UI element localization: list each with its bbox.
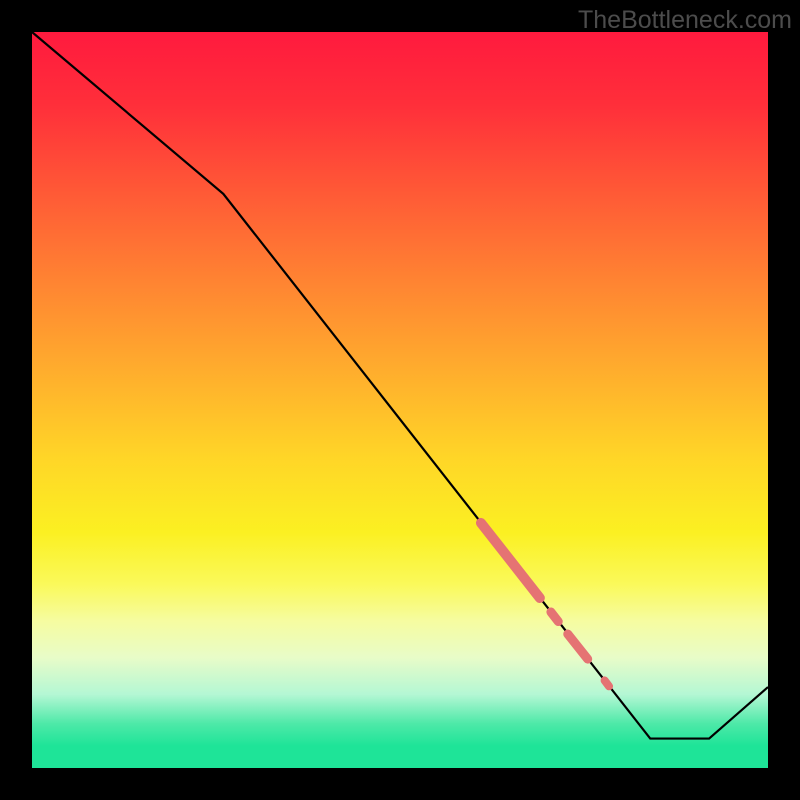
plot-area bbox=[32, 32, 768, 768]
watermark: TheBottleneck.com bbox=[578, 6, 792, 35]
chart-frame: TheBottleneck.com bbox=[0, 0, 800, 800]
gradient-background bbox=[32, 32, 768, 768]
